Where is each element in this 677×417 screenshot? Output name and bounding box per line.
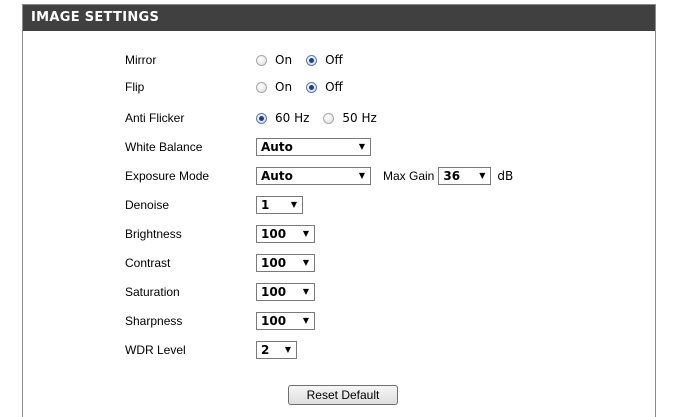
mirror-on-label: On — [275, 53, 293, 67]
sharpness-value: 100 — [261, 314, 287, 328]
contrast-value: 100 — [261, 256, 287, 270]
contrast-label: Contrast — [125, 256, 171, 270]
section-title: IMAGE SETTINGS — [23, 5, 655, 31]
anti-flicker-50hz-label: 50 Hz — [342, 111, 377, 125]
max-gain-unit: dB — [497, 169, 514, 183]
saturation-value: 100 — [261, 285, 287, 299]
sharpness-label: Sharpness — [125, 314, 183, 328]
denoise-select[interactable]: 1 ▼ — [256, 196, 303, 214]
flip-off-radio[interactable] — [306, 81, 318, 93]
caret-down-icon: ▼ — [284, 345, 291, 354]
max-gain-value: 36 — [443, 169, 461, 183]
caret-down-icon: ▼ — [302, 229, 309, 238]
max-gain-select[interactable]: 36 ▼ — [438, 167, 492, 185]
exposure-mode-select[interactable]: Auto ▼ — [256, 167, 371, 185]
denoise-value: 1 — [261, 198, 270, 212]
wdr-level-label: WDR Level — [125, 343, 186, 357]
white-balance-select[interactable]: Auto ▼ — [256, 138, 371, 156]
exposure-mode-label: Exposure Mode — [125, 169, 210, 183]
white-balance-label: White Balance — [125, 140, 203, 154]
brightness-select[interactable]: 100 ▼ — [256, 225, 315, 243]
mirror-on-radio[interactable] — [256, 54, 267, 66]
mirror-label: Mirror — [125, 53, 157, 67]
saturation-select[interactable]: 100 ▼ — [256, 283, 315, 301]
image-settings-panel: IMAGE SETTINGS Mirror On Off Flip On Off… — [22, 4, 656, 417]
caret-down-icon: ▼ — [358, 171, 365, 180]
anti-flicker-60hz-radio[interactable] — [256, 112, 267, 124]
caret-down-icon: ▼ — [302, 316, 309, 325]
denoise-label: Denoise — [125, 198, 170, 212]
mirror-off-radio[interactable] — [306, 54, 318, 66]
anti-flicker-60hz-label: 60 Hz — [275, 111, 310, 125]
flip-label: Flip — [125, 80, 145, 94]
saturation-label: Saturation — [125, 285, 180, 299]
brightness-value: 100 — [261, 227, 287, 241]
anti-flicker-50hz-radio[interactable] — [323, 112, 335, 124]
wdr-level-select[interactable]: 2 ▼ — [256, 341, 297, 359]
caret-down-icon: ▼ — [302, 258, 309, 267]
contrast-select[interactable]: 100 ▼ — [256, 254, 315, 272]
anti-flicker-label: Anti Flicker — [125, 111, 185, 125]
mirror-off-label: Off — [325, 53, 343, 67]
caret-down-icon: ▼ — [302, 287, 309, 296]
flip-on-label: On — [275, 80, 293, 94]
reset-default-button[interactable]: Reset Default — [288, 385, 398, 405]
wdr-level-value: 2 — [261, 343, 270, 357]
exposure-mode-value: Auto — [261, 169, 293, 183]
flip-off-label: Off — [325, 80, 343, 94]
brightness-label: Brightness — [125, 227, 182, 241]
sharpness-select[interactable]: 100 ▼ — [256, 312, 315, 330]
max-gain-label: Max Gain — [383, 169, 435, 183]
caret-down-icon: ▼ — [290, 200, 297, 209]
white-balance-value: Auto — [261, 140, 293, 154]
caret-down-icon: ▼ — [479, 171, 486, 180]
flip-on-radio[interactable] — [256, 81, 267, 93]
caret-down-icon: ▼ — [358, 142, 365, 151]
